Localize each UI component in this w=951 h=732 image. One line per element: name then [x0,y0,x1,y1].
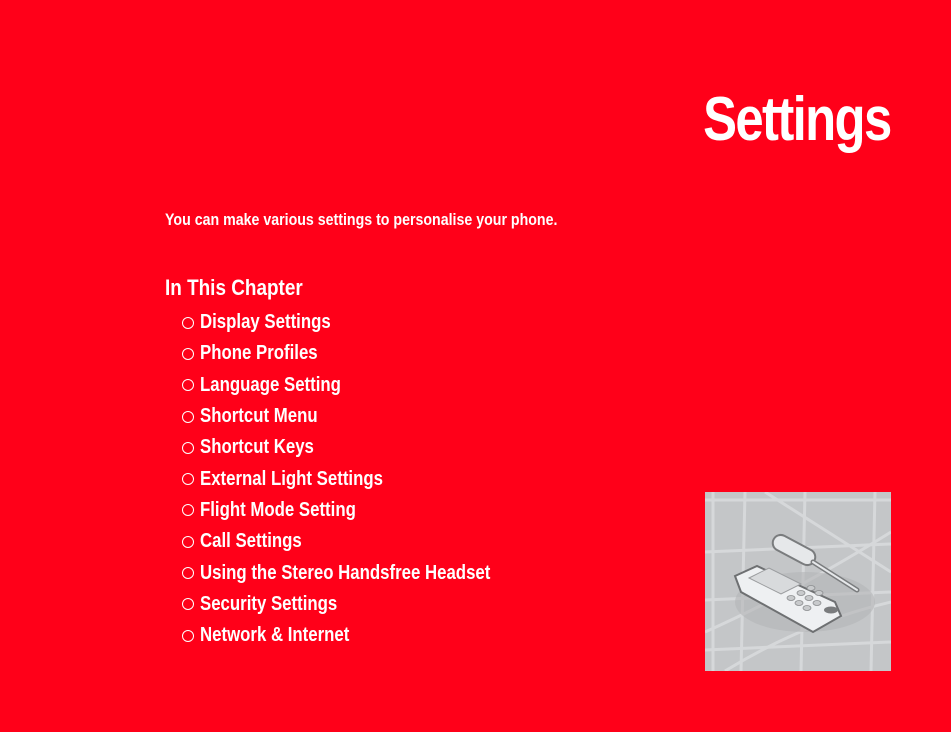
hollow-circle-bullet-icon [182,347,194,360]
chapter-item-label[interactable]: Call Settings [200,530,302,553]
chapter-item-language-setting[interactable]: Language Setting [182,370,546,401]
chapter-item-label[interactable]: Flight Mode Setting [200,499,356,522]
chapter-item-phone-profiles[interactable]: Phone Profiles [182,338,546,369]
chapter-item-label[interactable]: Security Settings [200,593,337,616]
hollow-circle-bullet-icon [182,316,194,329]
hollow-circle-bullet-icon [182,410,194,423]
hollow-circle-bullet-icon [182,629,194,642]
chapter-item-security-settings[interactable]: Security Settings [182,589,546,620]
intro-text: You can make various settings to persona… [165,211,558,229]
page-title: Settings [703,85,893,154]
phone-and-screwdriver-icon [705,492,891,671]
chapter-item-shortcut-menu[interactable]: Shortcut Menu [182,401,546,432]
chapter-item-call-settings[interactable]: Call Settings [182,526,546,557]
hollow-circle-bullet-icon [182,441,194,454]
chapter-item-network-internet[interactable]: Network & Internet [182,620,546,651]
chapter-item-label[interactable]: Shortcut Keys [200,436,314,459]
hollow-circle-bullet-icon [182,379,194,392]
chapter-item-label[interactable]: Using the Stereo Handsfree Headset [200,562,490,585]
hollow-circle-bullet-icon [182,535,194,548]
hollow-circle-bullet-icon [182,598,194,611]
chapter-item-flight-mode-setting[interactable]: Flight Mode Setting [182,495,546,526]
chapter-item-label[interactable]: Shortcut Menu [200,405,318,428]
chapter-item-stereo-handsfree-headset[interactable]: Using the Stereo Handsfree Headset [182,557,546,588]
hollow-circle-bullet-icon [182,473,194,486]
chapter-contents-list: Display Settings Phone Profiles Language… [182,307,546,651]
phone-and-screwdriver-illustration [705,492,891,671]
chapter-item-label[interactable]: Language Setting [200,374,341,397]
chapter-item-label[interactable]: Phone Profiles [200,342,318,365]
chapter-item-display-settings[interactable]: Display Settings [182,307,546,338]
chapter-item-shortcut-keys[interactable]: Shortcut Keys [182,432,546,463]
hollow-circle-bullet-icon [182,504,194,517]
chapter-item-label[interactable]: External Light Settings [200,468,383,491]
chapter-item-label[interactable]: Display Settings [200,311,331,334]
hollow-circle-bullet-icon [182,567,194,580]
chapter-heading: In This Chapter [165,275,303,300]
chapter-item-label[interactable]: Network & Internet [200,624,349,647]
chapter-item-external-light-settings[interactable]: External Light Settings [182,463,546,494]
